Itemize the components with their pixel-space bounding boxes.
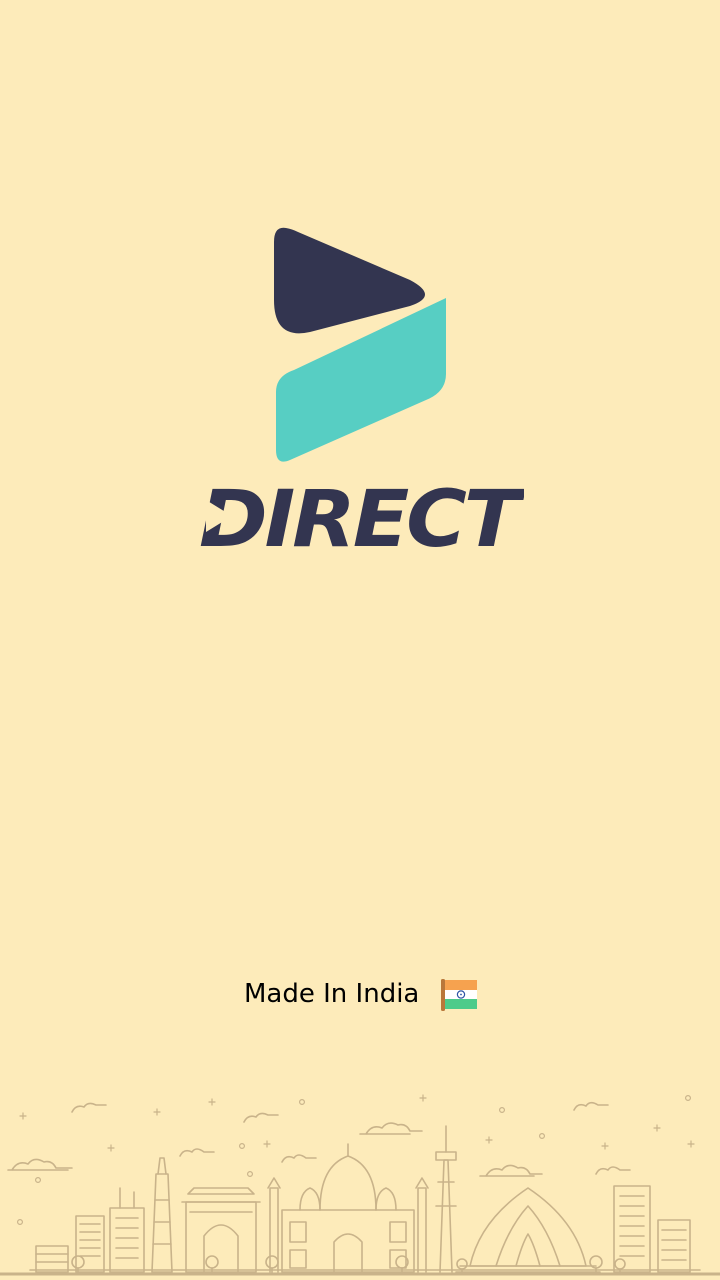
india-flag-icon (441, 979, 478, 1011)
city-skyline-illustration (0, 1094, 720, 1276)
logo-triangle-shape (274, 227, 425, 334)
brand-name: DIRECT (199, 475, 524, 560)
direct-logo-icon (274, 227, 446, 462)
splash-screen: DIRECT Made In India (0, 0, 720, 1280)
made-in-india-badge: Made In India (244, 974, 478, 1014)
direct-wordmark: DIRECT (199, 475, 524, 560)
made-in-label: Made In India (244, 979, 420, 1009)
